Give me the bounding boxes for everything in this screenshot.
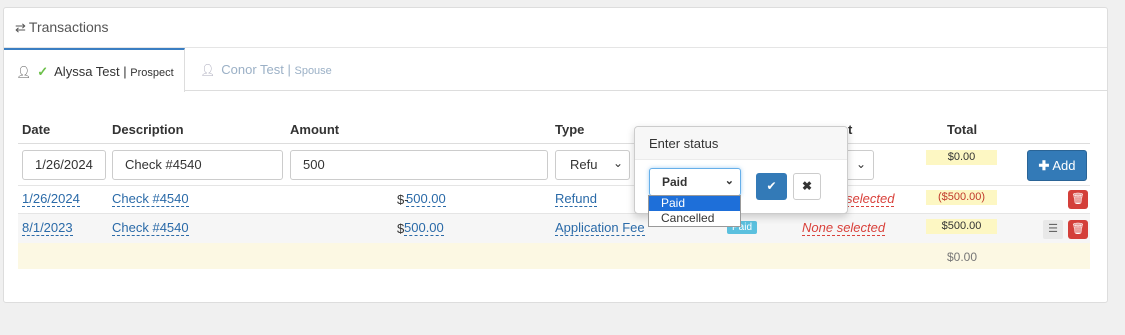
col-header-type: Type: [555, 122, 585, 137]
cancel-button[interactable]: ✖: [793, 173, 821, 200]
panel-title-text: Transactions: [28, 19, 109, 35]
row2-amount[interactable]: 500.00: [404, 221, 444, 236]
col-header-total: Total: [947, 122, 978, 137]
tab-role: Prospect: [130, 67, 174, 79]
exchange-icon: ⇄: [15, 20, 26, 35]
row1-type[interactable]: Refund: [555, 192, 597, 207]
person-tabs: 👤︎ ✓ Alyssa Test | Prospect 👤︎ Conor Test |…: [4, 48, 1107, 92]
add-button-label: Add: [1052, 158, 1076, 173]
date-input[interactable]: 1/26/2024: [22, 150, 106, 180]
row2-type[interactable]: Application Fee: [555, 221, 645, 236]
category-select[interactable]: ⌄: [845, 150, 874, 180]
trash-icon[interactable]: 🗑︎: [1068, 190, 1088, 209]
row1-total: ($500.00): [926, 190, 997, 205]
col-header-amount: Amount: [290, 122, 340, 137]
tab-role: Spouse: [294, 65, 332, 77]
new-row-total: $0.00: [926, 150, 997, 165]
col-header-date: Date: [22, 122, 51, 137]
status-dropdown-list: Paid Cancelled: [648, 195, 741, 227]
chevron-down-icon: ⌄: [612, 156, 623, 170]
tab-conor-test[interactable]: 👤︎ Conor Test | Spouse: [188, 48, 344, 91]
row-divider: [18, 213, 1090, 214]
notes-icon[interactable]: ☰: [1043, 220, 1063, 239]
header-divider: [18, 143, 1090, 144]
panel-header: ⇄ Transactions: [4, 8, 1107, 48]
plus-icon: ✚: [1038, 158, 1050, 173]
tab-alyssa-test[interactable]: 👤︎ ✓ Alyssa Test | Prospect: [4, 48, 185, 92]
status-select-value: Paid: [662, 175, 688, 189]
add-button[interactable]: ✚ Add: [1027, 150, 1087, 181]
row2-total: $500.00: [926, 219, 997, 234]
check-icon: ✓: [37, 64, 49, 79]
tab-name: Conor Test: [221, 62, 284, 77]
row1-category[interactable]: selected: [846, 192, 895, 207]
person-icon: 👤︎: [200, 63, 216, 77]
col-header-description: Description: [112, 122, 184, 137]
row-divider: [18, 185, 1090, 186]
confirm-button[interactable]: ✔: [756, 173, 787, 200]
option-cancelled[interactable]: Cancelled: [649, 211, 740, 226]
trash-icon[interactable]: 🗑︎: [1068, 220, 1088, 239]
row1-description[interactable]: Check #4540: [112, 192, 189, 207]
col-header-category: t: [848, 122, 853, 137]
chevron-down-icon: ⌄: [855, 157, 866, 171]
type-select[interactable]: Refu ⌄: [555, 150, 630, 180]
chevron-down-icon: ⌄: [724, 175, 734, 187]
person-icon: 👤︎: [16, 65, 32, 79]
status-select[interactable]: Paid ⌄: [649, 168, 741, 196]
footer-row: [18, 243, 1090, 269]
option-paid[interactable]: Paid: [649, 196, 740, 211]
check-icon: ✔: [766, 179, 777, 193]
type-select-value: Refu: [570, 157, 598, 172]
row2-description[interactable]: Check #4540: [112, 221, 189, 236]
panel-title: ⇄ Transactions: [15, 19, 109, 36]
footer-total: $0.00: [947, 250, 978, 264]
row1-date[interactable]: 1/26/2024: [22, 192, 80, 207]
tab-name: Alyssa Test: [54, 64, 120, 79]
description-input[interactable]: Check #4540: [112, 150, 283, 180]
row2-date[interactable]: 8/1/2023: [22, 221, 73, 236]
row2-category[interactable]: None selected: [802, 221, 886, 236]
close-icon: ✖: [801, 179, 813, 193]
amount-input[interactable]: 500: [290, 150, 548, 180]
popover-title: Enter status: [635, 127, 847, 160]
row1-amount[interactable]: 500.00: [406, 192, 446, 207]
